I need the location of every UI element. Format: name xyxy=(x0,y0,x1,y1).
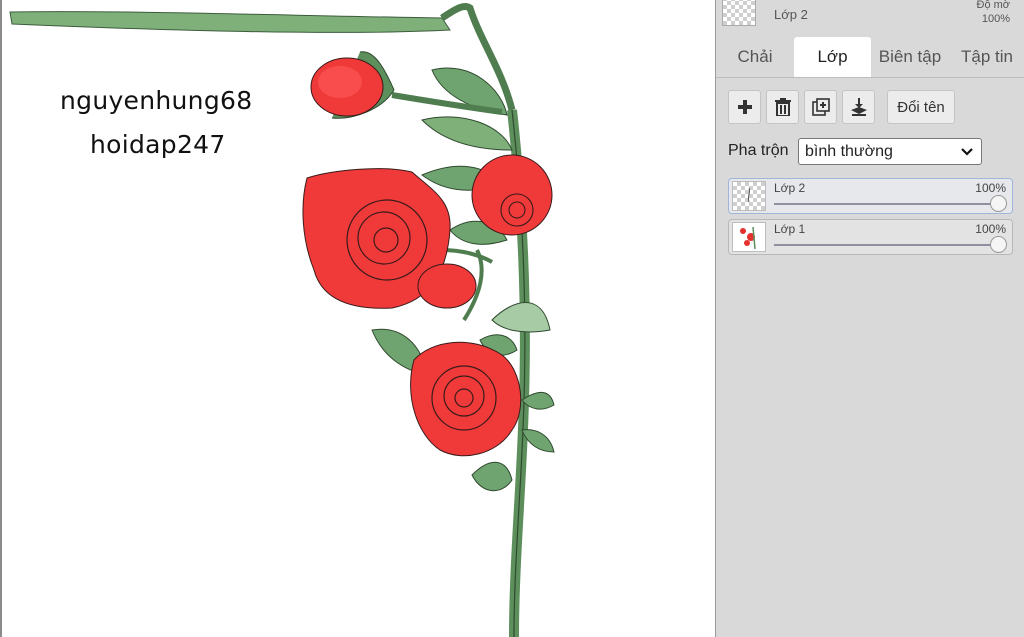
tab-layer[interactable]: Lớp xyxy=(794,37,871,77)
blend-mode-select[interactable]: bình thường xyxy=(798,138,982,165)
layer-thumbnail xyxy=(732,222,766,252)
merge-down-icon xyxy=(850,98,867,116)
duplicate-icon xyxy=(811,98,830,116)
layer-thumbnail-art xyxy=(740,226,756,250)
opacity-value: 100% xyxy=(981,13,1010,25)
duplicate-layer-button[interactable] xyxy=(804,90,837,124)
layer-opacity: 100% xyxy=(975,222,1006,236)
layer-opacity: 100% xyxy=(975,181,1006,195)
layer-thumbnail xyxy=(732,181,766,211)
add-layer-button[interactable] xyxy=(728,90,761,124)
signature-username: nguyenhung68 xyxy=(60,86,253,115)
tab-edit[interactable]: Biên tập xyxy=(871,37,949,77)
blend-mode-value: bình thường xyxy=(805,143,893,160)
layers-panel: Lớp 2 Độ mờ 100% Chải Lớp Biên tập Tập t… xyxy=(715,0,1024,637)
current-layer-info: Lớp 2 Độ mờ 100% xyxy=(716,0,1024,36)
chevron-down-icon xyxy=(961,148,973,156)
rename-layer-button[interactable]: Đổi tên xyxy=(887,90,955,124)
layer-name: Lớp 2 xyxy=(774,181,806,195)
layer-thumbnail-art xyxy=(747,187,751,203)
layer-opacity-slider[interactable] xyxy=(774,244,999,246)
opacity-label: Độ mờ xyxy=(976,0,1011,11)
layer-opacity-slider-handle[interactable] xyxy=(990,236,1007,253)
layer-opacity-slider-handle[interactable] xyxy=(990,195,1007,212)
opacity-caption: Độ mờ 100% xyxy=(977,0,1011,26)
blend-mode-label: Pha trộn xyxy=(728,142,789,159)
plus-icon xyxy=(737,100,752,114)
layer-name: Lớp 1 xyxy=(774,222,806,236)
trash-icon xyxy=(774,98,791,116)
current-layer-name: Lớp 2 xyxy=(774,7,808,22)
merge-down-button[interactable] xyxy=(842,90,875,124)
tab-file[interactable]: Tập tin xyxy=(950,37,1024,77)
drawing-canvas[interactable]: nguyenhung68 hoidap247 xyxy=(0,0,715,637)
layer-row[interactable]: Lớp 1 100% xyxy=(728,219,1013,255)
panel-tabs: Chải Lớp Biên tập Tập tin xyxy=(716,37,1024,78)
layer-row[interactable]: Lớp 2 100% xyxy=(728,178,1013,214)
delete-layer-button[interactable] xyxy=(766,90,799,124)
signature-site: hoidap247 xyxy=(90,130,226,159)
tab-brush[interactable]: Chải xyxy=(716,37,794,77)
current-layer-thumbnail xyxy=(722,0,756,26)
layer-opacity-slider[interactable] xyxy=(774,203,999,205)
